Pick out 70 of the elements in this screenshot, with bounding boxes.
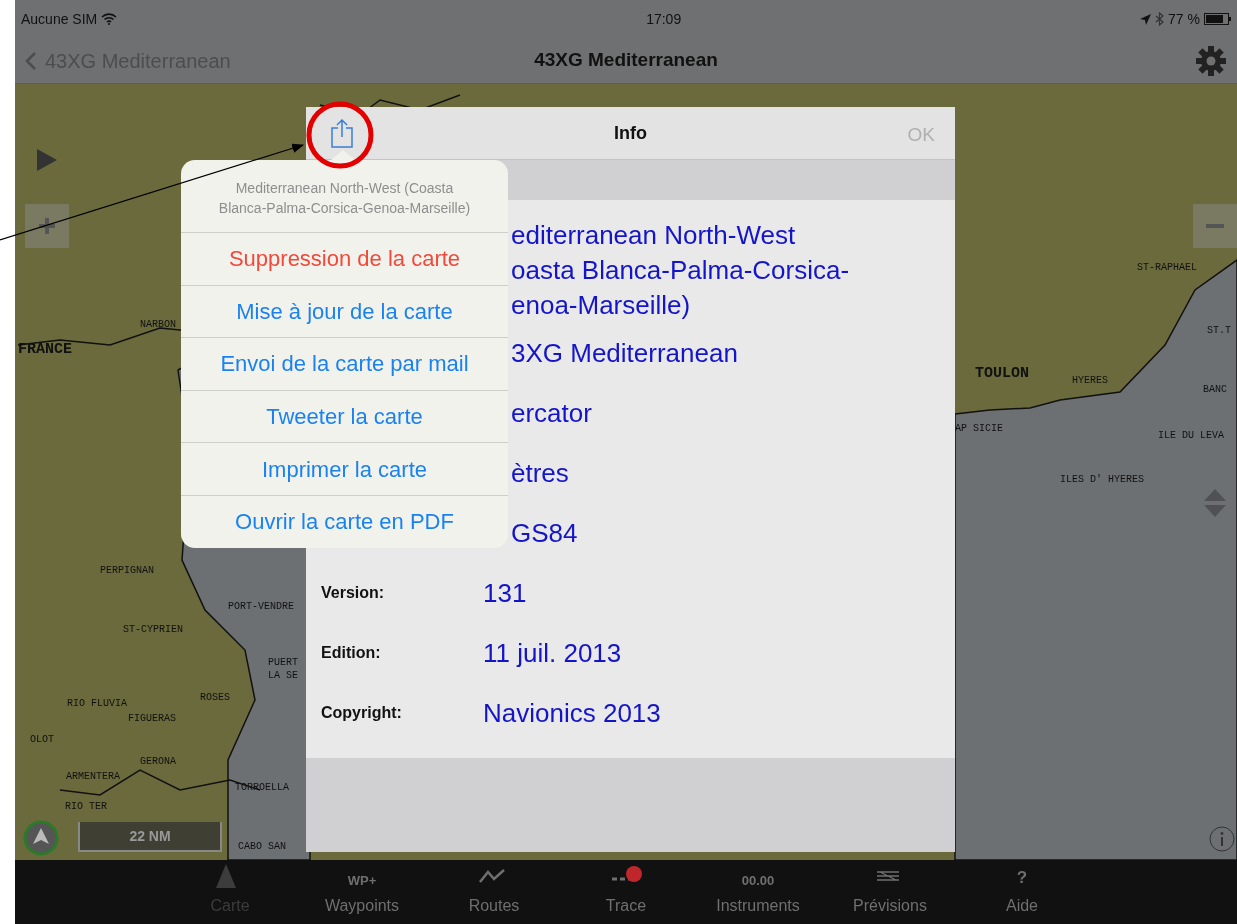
map-place-label: FRANCE xyxy=(18,342,72,357)
plus-icon xyxy=(38,217,56,235)
field-label: Edition: xyxy=(320,643,382,663)
map-place-label: ST-RAPHAEL xyxy=(1137,263,1197,273)
map-place-label: BANC xyxy=(1203,385,1227,395)
screen-title: 43XG Mediterranean xyxy=(534,48,718,73)
up-down-arrows-icon[interactable] xyxy=(1203,488,1227,518)
map-place-label: RIO TER xyxy=(65,802,107,812)
location-arrow-icon xyxy=(1140,13,1152,25)
field-value: GS84 xyxy=(511,516,578,550)
map-place-label: ILE DU LEVA xyxy=(1158,431,1224,441)
field-value: 11 juil. 2013 xyxy=(483,636,622,670)
tab-item[interactable]: 00.00 Instruments xyxy=(692,860,824,924)
menu-title: Mediterranean North-West (Coasta Blanca-Palma-Corsica-Genoa-Marseille) xyxy=(217,179,472,218)
tab-glyph-icon: WP+ xyxy=(347,870,377,890)
panel-title: Info xyxy=(614,121,647,145)
battery-icon xyxy=(1204,13,1231,25)
map-place-label: ROSES xyxy=(200,693,230,703)
carrier-name: Aucune SIM xyxy=(21,9,98,29)
map-place-label: RIO FLUVIA xyxy=(67,699,127,709)
play-icon[interactable] xyxy=(35,148,59,172)
field-label: Copyright: xyxy=(320,703,403,723)
map-place-label: PUERT xyxy=(268,658,298,668)
map-place-label: ILES D' HYERES xyxy=(1060,475,1144,485)
tab-item[interactable]: WP+ Waypoints xyxy=(296,860,428,924)
locate-button-icon[interactable] xyxy=(23,820,59,856)
map-place-label: ARMENTERA xyxy=(66,772,120,782)
chevron-left-icon xyxy=(25,50,37,71)
map-place-label: HYERES xyxy=(1072,376,1108,386)
field-value: ercator xyxy=(511,396,592,430)
map-place-label: PORT-VENDRE xyxy=(228,602,294,612)
tab-item[interactable]: Prévisions xyxy=(824,860,956,924)
scale-bar: 22 NM xyxy=(78,822,222,852)
share-icon[interactable] xyxy=(330,118,354,148)
map-place-label: TOULON xyxy=(975,366,1029,381)
clock-time: 17:09 xyxy=(646,9,682,29)
tab-glyph-icon: ? xyxy=(1016,864,1028,890)
map-place-label: CABO SAN xyxy=(238,842,286,852)
wifi-icon xyxy=(101,13,118,25)
tab-glyph-icon: 00.00 xyxy=(741,870,775,890)
field-value: 3XG Mediterranean xyxy=(511,336,738,370)
info-icon[interactable] xyxy=(1209,826,1235,852)
map-place-label: LA SE xyxy=(268,671,298,681)
field-value: editerranean North-West oasta Blanca-Palma-Corsica- enoa-Marseille) xyxy=(511,219,850,322)
field-value: Navionics 2013 xyxy=(483,696,661,730)
tab-item[interactable]: Routes xyxy=(428,860,560,924)
map-place-label: OLOT xyxy=(30,735,54,745)
map-place-label: GERONA xyxy=(140,757,176,767)
zoom-in-button[interactable] xyxy=(25,204,69,248)
map-place-label: PERPIGNAN xyxy=(100,566,154,576)
menu-item[interactable]: Imprimer la carte xyxy=(181,442,508,495)
tab-item[interactable]: Trace xyxy=(560,860,692,924)
field-value: 131 xyxy=(483,576,527,610)
map-place-label: ST-CYPRIEN xyxy=(123,625,183,635)
map-place-label: ST.T xyxy=(1207,326,1231,336)
field-label: Version: xyxy=(320,583,386,603)
battery-percent: 77 % xyxy=(1168,9,1200,29)
settings-icon[interactable] xyxy=(1195,44,1227,77)
zoom-out-button[interactable] xyxy=(1193,204,1237,248)
menu-item[interactable]: Ouvrir la carte en PDF xyxy=(181,494,508,548)
bluetooth-icon xyxy=(1155,12,1165,26)
menu-item[interactable]: Mise à jour de la carte xyxy=(181,284,508,338)
field-value: ètres xyxy=(511,456,569,490)
highlight-circle xyxy=(306,101,374,169)
tab-item[interactable]: ? Aide xyxy=(956,860,1088,924)
map-place-label: FIGUERAS xyxy=(128,714,176,724)
map-place-label: NARBON xyxy=(140,320,176,330)
menu-item[interactable]: Envoi de la carte par mail xyxy=(181,337,508,390)
menu-item[interactable]: Suppression de la carte xyxy=(181,232,508,285)
menu-item[interactable]: Tweeter la carte xyxy=(181,389,508,443)
